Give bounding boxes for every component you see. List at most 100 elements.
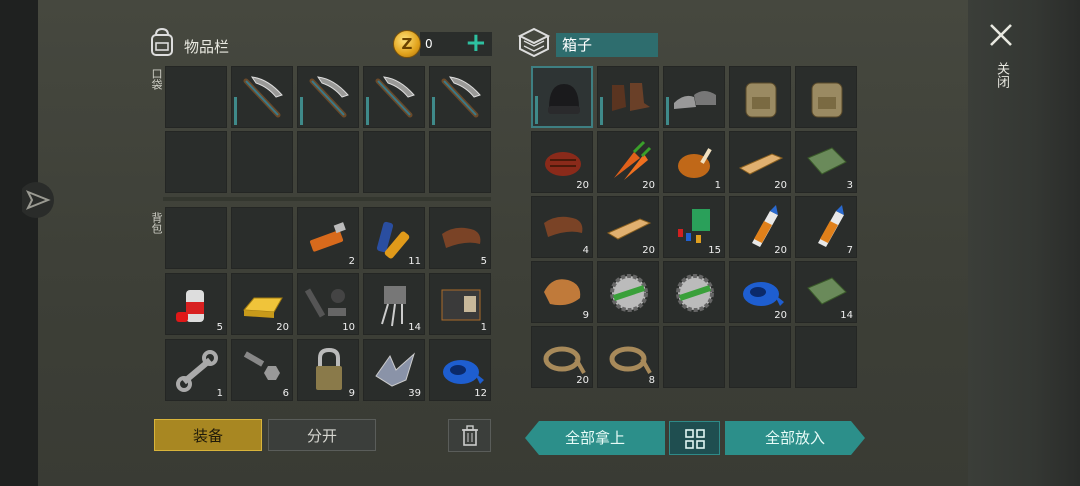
box-icon <box>517 27 551 57</box>
durability-bar <box>432 97 435 125</box>
coin-count: 0 <box>425 37 433 51</box>
pocket-slot[interactable] <box>429 66 491 128</box>
backpack-icon <box>151 27 173 56</box>
item-count: 20 <box>774 310 787 321</box>
section-divider <box>163 197 491 201</box>
item-count: 20 <box>576 375 589 386</box>
pickaxe-icon <box>243 76 283 118</box>
close-label[interactable]: 关闭 <box>992 62 1011 88</box>
item-count: 6 <box>282 388 289 399</box>
item-count: 1 <box>714 180 721 191</box>
box-slot[interactable]: 20 <box>597 131 659 193</box>
backpack-slot[interactable]: 1 <box>165 339 227 401</box>
pocket-slot[interactable] <box>231 66 293 128</box>
pickaxe-icon <box>375 76 415 118</box>
durability-bar <box>535 96 538 124</box>
backpack-slot[interactable]: 39 <box>363 339 425 401</box>
right-edge-strip <box>968 0 1080 486</box>
bolts-icon <box>243 351 280 380</box>
box-slot[interactable] <box>663 326 725 388</box>
box-slot[interactable]: 14 <box>795 261 857 323</box>
trash-button[interactable] <box>448 419 491 452</box>
box-slot[interactable]: 1 <box>663 131 725 193</box>
box-slot[interactable] <box>663 261 725 323</box>
pickaxe-icon <box>309 76 349 118</box>
split-button[interactable]: 分开 <box>268 419 376 451</box>
pocket-slot[interactable] <box>165 66 227 128</box>
box-slot[interactable]: 20 <box>597 196 659 258</box>
item-count: 15 <box>708 245 721 256</box>
backpack-slot[interactable]: 20 <box>231 273 293 335</box>
backpack-slot[interactable]: 12 <box>429 339 491 401</box>
cloth-icon <box>807 147 847 175</box>
pocket-slot[interactable] <box>429 131 491 193</box>
wrench-icon <box>176 350 218 392</box>
share-icon[interactable] <box>22 180 56 220</box>
backpack-slot[interactable]: 6 <box>231 339 293 401</box>
item-count: 1 <box>480 322 487 333</box>
backpack-slot[interactable] <box>165 207 227 269</box>
box-slot[interactable]: 7 <box>795 196 857 258</box>
backpack-slot[interactable]: 9 <box>297 339 359 401</box>
box-slot[interactable] <box>663 66 725 128</box>
backpack-slot[interactable]: 2 <box>297 207 359 269</box>
box-slot[interactable] <box>795 326 857 388</box>
item-count: 39 <box>408 388 421 399</box>
wallet-icon <box>441 289 481 321</box>
backpack-label: 背包 <box>150 212 163 234</box>
backpack-slot[interactable] <box>231 207 293 269</box>
box-slot[interactable]: 3 <box>795 131 857 193</box>
sort-button[interactable] <box>669 421 720 455</box>
item-count: 20 <box>774 245 787 256</box>
item-count: 14 <box>408 322 421 333</box>
item-count: 9 <box>348 388 355 399</box>
padlock-icon <box>316 347 342 390</box>
put-all-button[interactable]: 全部放入 <box>725 421 865 455</box>
close-icon[interactable] <box>988 22 1014 48</box>
item-count: 4 <box>582 245 589 256</box>
box-slot[interactable] <box>597 66 659 128</box>
backpack-slot[interactable]: 1 <box>429 273 491 335</box>
box-slot[interactable]: 15 <box>663 196 725 258</box>
box-slot[interactable] <box>729 66 791 128</box>
box-slot[interactable]: 8 <box>597 326 659 388</box>
durability-bar <box>666 97 669 125</box>
box-slot[interactable]: 20 <box>531 326 593 388</box>
pickaxe-icon <box>441 76 481 118</box>
take-all-button[interactable]: 全部拿上 <box>525 421 665 455</box>
backpack-slot[interactable]: 14 <box>363 273 425 335</box>
grid-icon <box>685 429 705 449</box>
box-slot[interactable]: 20 <box>729 196 791 258</box>
pocket-slot[interactable] <box>363 66 425 128</box>
backpack-slot[interactable]: 10 <box>297 273 359 335</box>
saw-blade-icon <box>676 274 714 312</box>
pocket-slot[interactable] <box>363 131 425 193</box>
box-slot[interactable]: 20 <box>729 131 791 193</box>
durability-bar <box>300 97 303 125</box>
equip-button[interactable]: 装备 <box>154 419 262 451</box>
item-count: 5 <box>480 256 487 267</box>
pocket-slot[interactable] <box>297 131 359 193</box>
durability-bar <box>600 97 603 125</box>
box-slot[interactable]: 9 <box>531 261 593 323</box>
backpack-slot[interactable]: 5 <box>165 273 227 335</box>
backpack-slot[interactable]: 11 <box>363 207 425 269</box>
beanie-icon <box>548 84 580 114</box>
pocket-label: 口袋 <box>150 68 163 90</box>
box-slot[interactable] <box>729 326 791 388</box>
item-count: 20 <box>774 180 787 191</box>
box-slot[interactable]: 20 <box>531 131 593 193</box>
box-slot[interactable] <box>597 261 659 323</box>
box-slot[interactable]: 20 <box>729 261 791 323</box>
add-coins-button[interactable]: + <box>465 30 487 56</box>
box-slot[interactable] <box>531 66 593 128</box>
box-slot[interactable] <box>795 66 857 128</box>
pocket-slot[interactable] <box>165 131 227 193</box>
backpack-slot[interactable]: 5 <box>429 207 491 269</box>
item-count: 12 <box>474 388 487 399</box>
pocket-slot[interactable] <box>231 131 293 193</box>
pocket-slot[interactable] <box>297 66 359 128</box>
box-slot[interactable]: 4 <box>531 196 593 258</box>
box-title: 箱子 <box>556 33 658 57</box>
item-count: 8 <box>648 375 655 386</box>
